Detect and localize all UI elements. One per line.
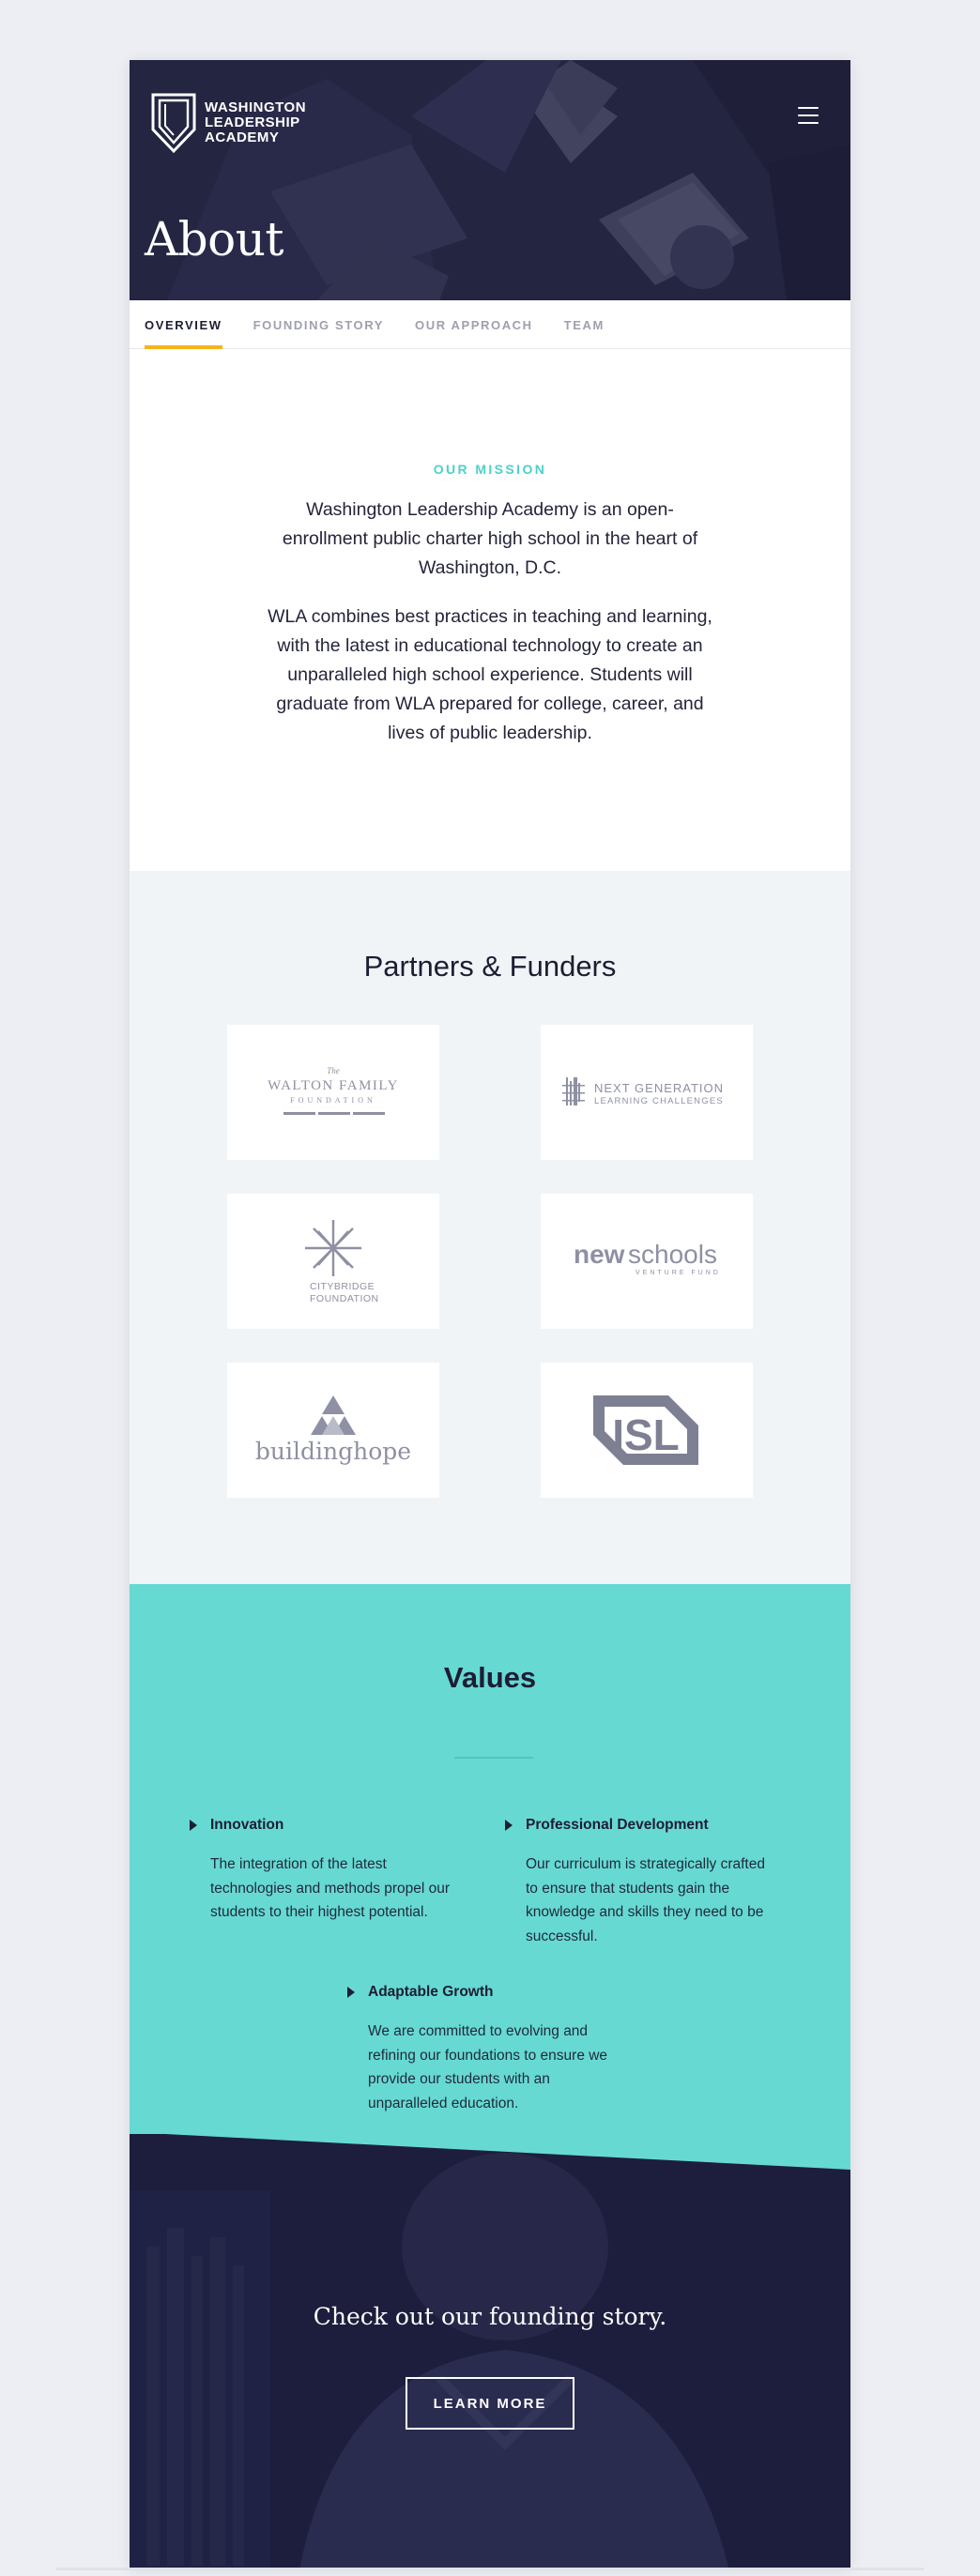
partner-logo-isl[interactable]: ISL — [541, 1363, 753, 1498]
value-title: Professional Development — [526, 1817, 709, 1833]
ngl-logo-line-2: LEARNING CHALLENGES — [594, 1096, 724, 1106]
page-title: About — [145, 212, 284, 267]
hero-banner: WASHINGTON LEADERSHIP ACADEMY About — [130, 60, 850, 300]
mission-section: OUR MISSION Washington Leadership Academ… — [130, 349, 850, 871]
tab-our-approach[interactable]: OUR APPROACH — [415, 300, 533, 349]
hamburger-menu-icon[interactable] — [798, 107, 819, 124]
newschools-logo-venture-fund: VENTURE FUND — [635, 1270, 721, 1276]
tab-team[interactable]: TEAM — [564, 300, 605, 349]
logo-wordmark: WASHINGTON LEADERSHIP ACADEMY — [205, 100, 306, 145]
page-bottom-divider — [56, 2568, 924, 2570]
partner-logo-newschools[interactable]: new schools VENTURE FUND — [541, 1194, 753, 1329]
citybridge-logo-line-1: CITYBRIDGE — [310, 1281, 375, 1292]
partner-logo-walton[interactable]: The WALTON FAMILY FOUNDATION — [227, 1025, 439, 1160]
value-description: Our curriculum is strategically crafted … — [526, 1856, 765, 1944]
menu-bar — [798, 107, 819, 109]
tab-founding-story[interactable]: FOUNDING STORY — [253, 300, 384, 349]
value-heading: Professional Development — [505, 1817, 777, 1834]
values-title: Values — [443, 1661, 537, 1694]
newschools-logo-schools: schools — [628, 1240, 717, 1269]
value-heading: Adaptable Growth — [347, 1984, 620, 2001]
walton-logo-name: WALTON FAMILY — [268, 1078, 399, 1093]
partners-section: Partners & Funders The WALTON FAMILY FOU… — [130, 871, 850, 1584]
logo-line-1: WASHINGTON — [205, 99, 307, 115]
menu-bar — [798, 114, 819, 116]
value-title: Innovation — [210, 1817, 284, 1833]
partners-title: Partners & Funders — [363, 950, 617, 983]
triangle-bullet-icon — [347, 1987, 355, 1998]
learn-more-button[interactable]: LEARN MORE — [406, 2377, 574, 2430]
triangle-bullet-icon — [505, 1820, 513, 1831]
walton-logo-the: The — [327, 1066, 340, 1075]
next-generation-learning-challenges-logo: NEXT GENERATION LEARNING CHALLENGES — [562, 1077, 724, 1106]
values-divider — [454, 1757, 533, 1759]
page: WASHINGTON LEADERSHIP ACADEMY About OVER… — [130, 60, 850, 2568]
isl-logo-text: ISL — [612, 1410, 680, 1459]
value-professional-development: Professional Development Our curriculum … — [505, 1817, 777, 1948]
walton-logo-foundation: FOUNDATION — [290, 1096, 376, 1105]
menu-bar — [798, 122, 819, 124]
mission-label: OUR MISSION — [433, 462, 547, 477]
partner-logo-building-hope[interactable]: buildinghope — [227, 1363, 439, 1498]
partner-logo-citybridge[interactable]: CITYBRIDGE FOUNDATION — [227, 1194, 439, 1329]
newschools-venture-fund-logo: new schools VENTURE FUND — [574, 1240, 721, 1276]
value-innovation: Innovation The integration of the latest… — [190, 1817, 462, 1925]
citybridge-foundation-logo: CITYBRIDGE FOUNDATION — [305, 1220, 379, 1304]
value-heading: Innovation — [190, 1817, 462, 1834]
triangle-bullet-icon — [190, 1820, 197, 1831]
mission-paragraph-2: WLA combines best practices in teaching … — [268, 606, 712, 743]
logo-line-3: ACADEMY — [205, 130, 280, 145]
shield-logo-icon — [151, 93, 196, 154]
building-hope-logo: buildinghope — [255, 1395, 411, 1465]
partner-logo-ngl[interactable]: NEXT GENERATION LEARNING CHALLENGES — [541, 1025, 753, 1160]
wla-logo[interactable]: WASHINGTON LEADERSHIP ACADEMY — [150, 92, 306, 154]
founding-story-cta — [130, 2134, 850, 2568]
tab-overview[interactable]: OVERVIEW — [145, 300, 222, 349]
values-slant-edge — [130, 2125, 850, 2170]
isl-logo: ISL — [593, 1395, 698, 1465]
building-hope-logo-text: buildinghope — [255, 1438, 411, 1465]
logo-line-2: LEADERSHIP — [205, 114, 300, 130]
about-tabs: OVERVIEW FOUNDING STORY OUR APPROACH TEA… — [130, 300, 850, 349]
cta-heading: Check out our founding story. — [313, 2303, 667, 2330]
value-description: The integration of the latest technologi… — [210, 1856, 451, 1920]
newschools-logo-new: new — [574, 1240, 625, 1269]
cta-background-photo — [130, 2134, 850, 2568]
walton-family-foundation-logo: The WALTON FAMILY FOUNDATION — [268, 1066, 399, 1115]
value-title: Adaptable Growth — [368, 1984, 494, 2000]
citybridge-logo-line-2: FOUNDATION — [310, 1293, 379, 1304]
mission-paragraph-1: Washington Leadership Academy is an open… — [282, 499, 698, 578]
value-adaptable-growth: Adaptable Growth We are committed to evo… — [347, 1984, 620, 2115]
value-description: We are committed to evolving and refinin… — [368, 2023, 608, 2111]
ngl-logo-line-1: NEXT GENERATION — [594, 1081, 724, 1095]
